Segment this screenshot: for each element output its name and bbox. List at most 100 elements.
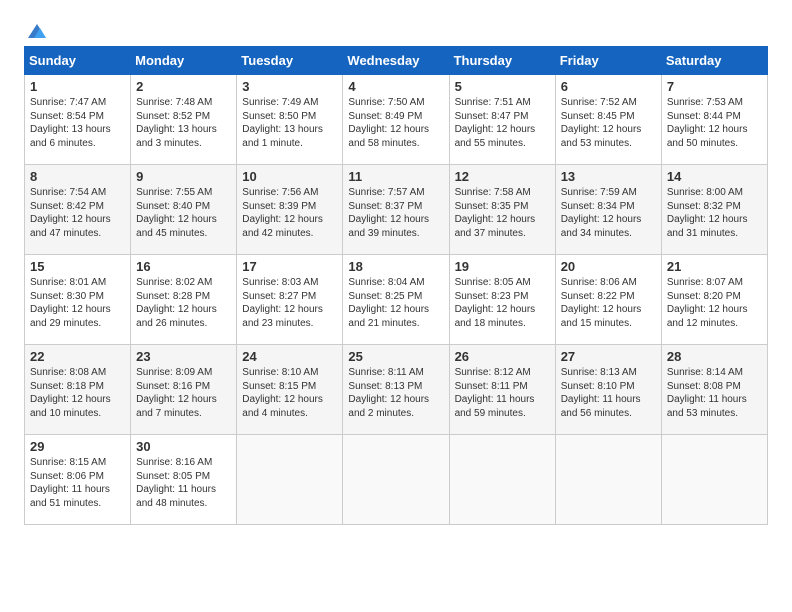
calendar-cell: 17Sunrise: 8:03 AM Sunset: 8:27 PM Dayli… [237, 255, 343, 345]
day-number: 13 [561, 169, 656, 184]
day-number: 3 [242, 79, 337, 94]
calendar-cell [555, 435, 661, 525]
calendar-cell: 2 Sunrise: 7:48 AM Sunset: 8:52 PM Daylig… [131, 75, 237, 165]
day-number: 9 [136, 169, 231, 184]
calendar-cell: 16 Sunrise: 8:02 AM Sunset: 8:28 PM Dayli… [131, 255, 237, 345]
page-header [24, 20, 768, 38]
cell-content: Sunrise: 7:56 AM Sunset: 8:39 PM Dayligh… [242, 186, 337, 240]
cell-content: Sunrise: 7:48 AM Sunset: 8:52 PM Dayligh… [136, 96, 231, 150]
calendar-cell: 22Sunrise: 8:08 AM Sunset: 8:18 PM Dayli… [25, 345, 131, 435]
cell-content: Sunrise: 8:11 AM Sunset: 8:13 PM Dayligh… [348, 366, 443, 420]
calendar-cell: 19 Sunrise: 8:05 AM Sunset: 8:23 PM Dayli… [449, 255, 555, 345]
calendar-cell [237, 435, 343, 525]
day-number: 11 [348, 169, 443, 184]
day-header-thursday: Thursday [449, 47, 555, 75]
calendar-cell: 21Sunrise: 8:07 AM Sunset: 8:20 PM Dayli… [661, 255, 767, 345]
calendar-cell: 6Sunrise: 7:52 AM Sunset: 8:45 PM Daylig… [555, 75, 661, 165]
cell-content: Sunrise: 8:06 AM Sunset: 8:22 PM Dayligh… [561, 276, 656, 330]
calendar-cell: 1 Sunrise: 7:47 AM Sunset: 8:54 PM Daylig… [25, 75, 131, 165]
cell-content: Sunrise: 8:15 AM Sunset: 8:06 PM Dayligh… [30, 456, 125, 510]
day-number: 28 [667, 349, 762, 364]
cell-content: Sunrise: 7:57 AM Sunset: 8:37 PM Dayligh… [348, 186, 443, 240]
day-number: 23 [136, 349, 231, 364]
cell-content: Sunrise: 8:10 AM Sunset: 8:15 PM Dayligh… [242, 366, 337, 420]
day-number: 1 [30, 79, 125, 94]
day-number: 10 [242, 169, 337, 184]
day-header-wednesday: Wednesday [343, 47, 449, 75]
day-number: 5 [455, 79, 550, 94]
calendar-row: 22Sunrise: 8:08 AM Sunset: 8:18 PM Dayli… [25, 345, 768, 435]
cell-content: Sunrise: 7:58 AM Sunset: 8:35 PM Dayligh… [455, 186, 550, 240]
calendar-cell: 10 Sunrise: 7:56 AM Sunset: 8:39 PM Dayli… [237, 165, 343, 255]
calendar-cell: 26Sunrise: 8:12 AM Sunset: 8:11 PM Dayli… [449, 345, 555, 435]
calendar-cell: 14 Sunrise: 8:00 AM Sunset: 8:32 PM Dayli… [661, 165, 767, 255]
day-number: 4 [348, 79, 443, 94]
calendar-cell: 7 Sunrise: 7:53 AM Sunset: 8:44 PM Daylig… [661, 75, 767, 165]
day-number: 15 [30, 259, 125, 274]
cell-content: Sunrise: 8:14 AM Sunset: 8:08 PM Dayligh… [667, 366, 762, 420]
calendar-cell: 30 Sunrise: 8:16 AM Sunset: 8:05 PM Dayli… [131, 435, 237, 525]
calendar-cell: 15 Sunrise: 8:01 AM Sunset: 8:30 PM Dayli… [25, 255, 131, 345]
calendar-header: SundayMondayTuesdayWednesdayThursdayFrid… [25, 47, 768, 75]
cell-content: Sunrise: 8:02 AM Sunset: 8:28 PM Dayligh… [136, 276, 231, 330]
cell-content: Sunrise: 7:55 AM Sunset: 8:40 PM Dayligh… [136, 186, 231, 240]
calendar-cell: 4 Sunrise: 7:50 AM Sunset: 8:49 PM Daylig… [343, 75, 449, 165]
day-number: 25 [348, 349, 443, 364]
day-header-friday: Friday [555, 47, 661, 75]
calendar-cell: 9 Sunrise: 7:55 AM Sunset: 8:40 PM Daylig… [131, 165, 237, 255]
cell-content: Sunrise: 7:53 AM Sunset: 8:44 PM Dayligh… [667, 96, 762, 150]
day-number: 24 [242, 349, 337, 364]
cell-content: Sunrise: 7:47 AM Sunset: 8:54 PM Dayligh… [30, 96, 125, 150]
calendar-row: 15 Sunrise: 8:01 AM Sunset: 8:30 PM Dayli… [25, 255, 768, 345]
day-number: 8 [30, 169, 125, 184]
calendar-cell: 18Sunrise: 8:04 AM Sunset: 8:25 PM Dayli… [343, 255, 449, 345]
calendar-cell: 8 Sunrise: 7:54 AM Sunset: 8:42 PM Daylig… [25, 165, 131, 255]
day-number: 20 [561, 259, 656, 274]
calendar-cell: 13 Sunrise: 7:59 AM Sunset: 8:34 PM Dayli… [555, 165, 661, 255]
cell-content: Sunrise: 7:50 AM Sunset: 8:49 PM Dayligh… [348, 96, 443, 150]
calendar-cell: 3 Sunrise: 7:49 AM Sunset: 8:50 PM Daylig… [237, 75, 343, 165]
cell-content: Sunrise: 8:16 AM Sunset: 8:05 PM Dayligh… [136, 456, 231, 510]
day-number: 30 [136, 439, 231, 454]
header-row: SundayMondayTuesdayWednesdayThursdayFrid… [25, 47, 768, 75]
cell-content: Sunrise: 8:12 AM Sunset: 8:11 PM Dayligh… [455, 366, 550, 420]
day-number: 19 [455, 259, 550, 274]
day-number: 29 [30, 439, 125, 454]
cell-content: Sunrise: 7:49 AM Sunset: 8:50 PM Dayligh… [242, 96, 337, 150]
cell-content: Sunrise: 8:01 AM Sunset: 8:30 PM Dayligh… [30, 276, 125, 330]
day-number: 7 [667, 79, 762, 94]
calendar-cell: 28 Sunrise: 8:14 AM Sunset: 8:08 PM Dayli… [661, 345, 767, 435]
calendar-cell: 20 Sunrise: 8:06 AM Sunset: 8:22 PM Dayli… [555, 255, 661, 345]
day-number: 12 [455, 169, 550, 184]
calendar-cell: 29 Sunrise: 8:15 AM Sunset: 8:06 PM Dayli… [25, 435, 131, 525]
calendar-cell [343, 435, 449, 525]
logo-icon [26, 20, 48, 42]
cell-content: Sunrise: 8:00 AM Sunset: 8:32 PM Dayligh… [667, 186, 762, 240]
calendar-row: 8 Sunrise: 7:54 AM Sunset: 8:42 PM Daylig… [25, 165, 768, 255]
calendar-cell: 12 Sunrise: 7:58 AM Sunset: 8:35 PM Dayli… [449, 165, 555, 255]
cell-content: Sunrise: 8:05 AM Sunset: 8:23 PM Dayligh… [455, 276, 550, 330]
cell-content: Sunrise: 8:07 AM Sunset: 8:20 PM Dayligh… [667, 276, 762, 330]
logo [24, 20, 48, 38]
day-number: 18 [348, 259, 443, 274]
day-number: 2 [136, 79, 231, 94]
calendar-cell: 5Sunrise: 7:51 AM Sunset: 8:47 PM Daylig… [449, 75, 555, 165]
day-header-saturday: Saturday [661, 47, 767, 75]
calendar-cell: 11 Sunrise: 7:57 AM Sunset: 8:37 PM Dayli… [343, 165, 449, 255]
day-header-tuesday: Tuesday [237, 47, 343, 75]
day-number: 16 [136, 259, 231, 274]
cell-content: Sunrise: 7:54 AM Sunset: 8:42 PM Dayligh… [30, 186, 125, 240]
calendar-cell: 23 Sunrise: 8:09 AM Sunset: 8:16 PM Dayli… [131, 345, 237, 435]
calendar-cell: 25 Sunrise: 8:11 AM Sunset: 8:13 PM Dayli… [343, 345, 449, 435]
calendar-row: 1 Sunrise: 7:47 AM Sunset: 8:54 PM Daylig… [25, 75, 768, 165]
day-number: 27 [561, 349, 656, 364]
day-number: 6 [561, 79, 656, 94]
calendar-cell [449, 435, 555, 525]
cell-content: Sunrise: 7:59 AM Sunset: 8:34 PM Dayligh… [561, 186, 656, 240]
day-number: 14 [667, 169, 762, 184]
calendar-body: 1 Sunrise: 7:47 AM Sunset: 8:54 PM Daylig… [25, 75, 768, 525]
cell-content: Sunrise: 8:09 AM Sunset: 8:16 PM Dayligh… [136, 366, 231, 420]
day-number: 17 [242, 259, 337, 274]
day-number: 22 [30, 349, 125, 364]
calendar-row: 29 Sunrise: 8:15 AM Sunset: 8:06 PM Dayli… [25, 435, 768, 525]
